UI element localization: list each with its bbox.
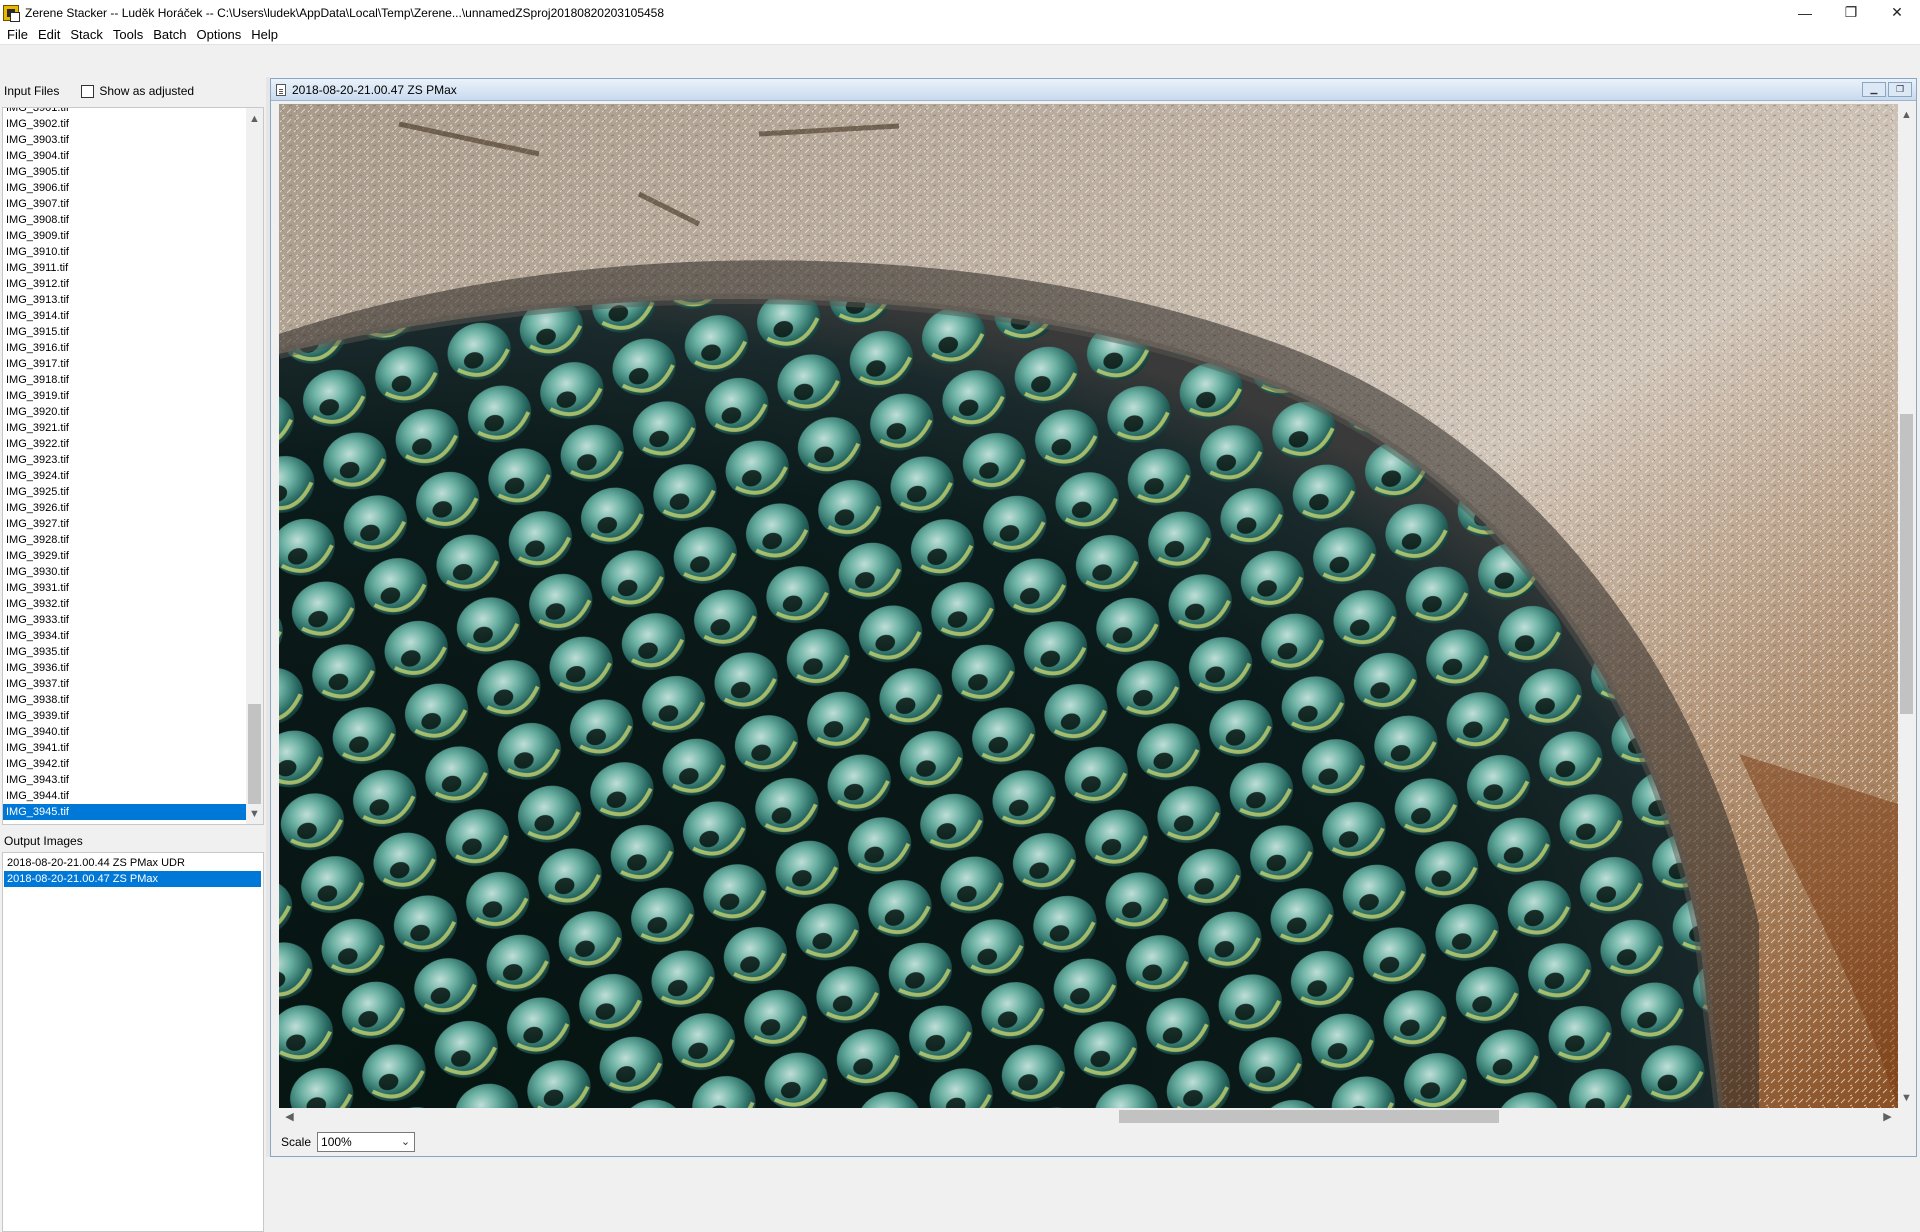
image-viewport[interactable] (279, 104, 1898, 1108)
scale-value: 100% (321, 1135, 352, 1149)
input-file-item[interactable]: IMG_3921.tif (3, 420, 247, 436)
input-file-item[interactable]: IMG_3902.tif (3, 116, 247, 132)
input-files-scrollbar[interactable]: ▲ ▼ (246, 108, 263, 824)
restore-icon[interactable]: ❐ (1888, 82, 1912, 97)
window-controls: — ❐ ✕ (1782, 0, 1920, 25)
input-files-label: Input Files (4, 84, 60, 98)
input-file-item[interactable]: IMG_3923.tif (3, 452, 247, 468)
maximize-button[interactable]: ❐ (1828, 0, 1874, 25)
scroll-down-icon[interactable]: ▼ (246, 805, 263, 822)
output-images-label: Output Images (4, 834, 83, 848)
menu-edit[interactable]: Edit (33, 27, 65, 42)
image-window-controls: ▁ ❐ (1862, 82, 1912, 97)
input-files-rows: IMG_3901.tif IMG_3902.tif IMG_3903.tif IMG_… (3, 108, 247, 820)
scroll-down-icon[interactable]: ▼ (1898, 1089, 1915, 1106)
scale-select[interactable]: 100% ⌄ (317, 1132, 416, 1152)
show-as-adjusted-label[interactable]: Show as adjusted (99, 84, 194, 98)
input-file-item[interactable]: IMG_3919.tif (3, 388, 247, 404)
input-files-list[interactable]: IMG_3901.tif IMG_3902.tif IMG_3903.tif IMG_… (2, 107, 264, 825)
image-horizontal-scrollbar[interactable]: ◀ ▶ (279, 1108, 1898, 1125)
show-as-adjusted-checkbox[interactable] (81, 84, 95, 98)
input-file-item[interactable]: IMG_3934.tif (3, 628, 247, 644)
input-file-item[interactable]: IMG_3930.tif (3, 564, 247, 580)
input-file-item[interactable]: IMG_3928.tif (3, 532, 247, 548)
input-file-item[interactable]: IMG_3908.tif (3, 212, 247, 228)
input-file-item[interactable]: IMG_3933.tif (3, 612, 247, 628)
input-file-item[interactable]: IMG_3929.tif (3, 548, 247, 564)
image-window-titlebar[interactable]: 2018-08-20-21.00.47 ZS PMax ▁ ❐ (271, 79, 1916, 101)
stacked-image (279, 104, 1898, 1108)
input-file-item[interactable]: IMG_3914.tif (3, 308, 247, 324)
input-file-item[interactable]: IMG_3915.tif (3, 324, 247, 340)
minimize-button[interactable]: — (1782, 0, 1828, 25)
input-file-item[interactable]: IMG_3904.tif (3, 148, 247, 164)
scroll-right-icon[interactable]: ▶ (1879, 1108, 1896, 1125)
output-images-list[interactable]: 2018-08-20-21.00.44 ZS PMax UDR 2018-08-… (2, 852, 264, 1232)
input-file-item[interactable]: IMG_3937.tif (3, 676, 247, 692)
input-file-item[interactable]: IMG_3922.tif (3, 436, 247, 452)
input-files-header: Input Files Show as adjusted (0, 77, 266, 105)
document-icon (276, 83, 286, 96)
input-file-item[interactable]: IMG_3918.tif (3, 372, 247, 388)
input-file-item[interactable]: IMG_3940.tif (3, 724, 247, 740)
menu-tools[interactable]: Tools (108, 27, 148, 42)
scale-control: Scale 100% ⌄ (281, 1132, 416, 1152)
image-window-title: 2018-08-20-21.00.47 ZS PMax (292, 82, 457, 97)
input-file-item[interactable]: IMG_3938.tif (3, 692, 247, 708)
close-button[interactable]: ✕ (1874, 0, 1920, 25)
input-file-item[interactable]: IMG_3917.tif (3, 356, 247, 372)
input-file-item[interactable]: IMG_3943.tif (3, 772, 247, 788)
input-file-item[interactable]: IMG_3906.tif (3, 180, 247, 196)
input-file-item[interactable]: IMG_3926.tif (3, 500, 247, 516)
input-file-item[interactable]: IMG_3905.tif (3, 164, 247, 180)
menu-bar: File Edit Stack Tools Batch Options Help (0, 25, 1920, 44)
image-vertical-scrollbar[interactable]: ▲ ▼ (1898, 104, 1915, 1108)
input-file-item[interactable]: IMG_3912.tif (3, 276, 247, 292)
input-file-item[interactable]: IMG_3931.tif (3, 580, 247, 596)
input-file-item[interactable]: IMG_3925.tif (3, 484, 247, 500)
input-file-item[interactable]: IMG_3911.tif (3, 260, 247, 276)
app-icon (3, 4, 20, 22)
menu-file[interactable]: File (2, 27, 33, 42)
input-file-item[interactable]: IMG_3901.tif (3, 108, 247, 116)
input-file-item[interactable]: IMG_3920.tif (3, 404, 247, 420)
menu-options[interactable]: Options (191, 27, 246, 42)
output-image-item-selected[interactable]: 2018-08-20-21.00.47 ZS PMax (4, 871, 261, 887)
input-file-item[interactable]: IMG_3939.tif (3, 708, 247, 724)
input-file-item[interactable]: IMG_3913.tif (3, 292, 247, 308)
input-file-item[interactable]: IMG_3927.tif (3, 516, 247, 532)
scroll-up-icon[interactable]: ▲ (1898, 106, 1915, 123)
menu-help[interactable]: Help (246, 27, 283, 42)
scrollbar-thumb[interactable] (248, 704, 261, 804)
input-file-item[interactable]: IMG_3935.tif (3, 644, 247, 660)
input-file-item[interactable]: IMG_3924.tif (3, 468, 247, 484)
menu-batch[interactable]: Batch (148, 27, 191, 42)
input-file-item[interactable]: IMG_3944.tif (3, 788, 247, 804)
input-file-item[interactable]: IMG_3916.tif (3, 340, 247, 356)
input-file-item[interactable]: IMG_3941.tif (3, 740, 247, 756)
output-image-item[interactable]: 2018-08-20-21.00.44 ZS PMax UDR (4, 855, 261, 871)
input-file-item-selected[interactable]: IMG_3945.tif (3, 804, 247, 820)
input-file-item[interactable]: IMG_3942.tif (3, 756, 247, 772)
input-file-item[interactable]: IMG_3932.tif (3, 596, 247, 612)
chevron-down-icon[interactable]: ⌄ (401, 1135, 410, 1148)
scroll-up-icon[interactable]: ▲ (246, 110, 263, 127)
menu-stack[interactable]: Stack (65, 27, 108, 42)
horizontal-scroll-thumb[interactable] (1119, 1110, 1499, 1123)
toolbar-area (0, 44, 1920, 77)
vertical-scroll-thumb[interactable] (1900, 414, 1913, 714)
window-title: Zerene Stacker -- Luděk Horáček -- C:\Us… (25, 5, 665, 20)
left-panel: Input Files Show as adjusted IMG_3901.ti… (0, 77, 266, 1232)
minimize-icon[interactable]: ▁ (1862, 82, 1886, 97)
title-bar: Zerene Stacker -- Luděk Horáček -- C:\Us… (0, 0, 1920, 25)
image-window: 2018-08-20-21.00.47 ZS PMax ▁ ❐ ▲ ▼ ◀ ▶ … (270, 78, 1917, 1157)
input-file-item[interactable]: IMG_3903.tif (3, 132, 247, 148)
input-file-item[interactable]: IMG_3907.tif (3, 196, 247, 212)
input-file-item[interactable]: IMG_3909.tif (3, 228, 247, 244)
scroll-left-icon[interactable]: ◀ (281, 1108, 298, 1125)
input-file-item[interactable]: IMG_3910.tif (3, 244, 247, 260)
input-file-item[interactable]: IMG_3936.tif (3, 660, 247, 676)
scale-label: Scale (281, 1135, 312, 1149)
